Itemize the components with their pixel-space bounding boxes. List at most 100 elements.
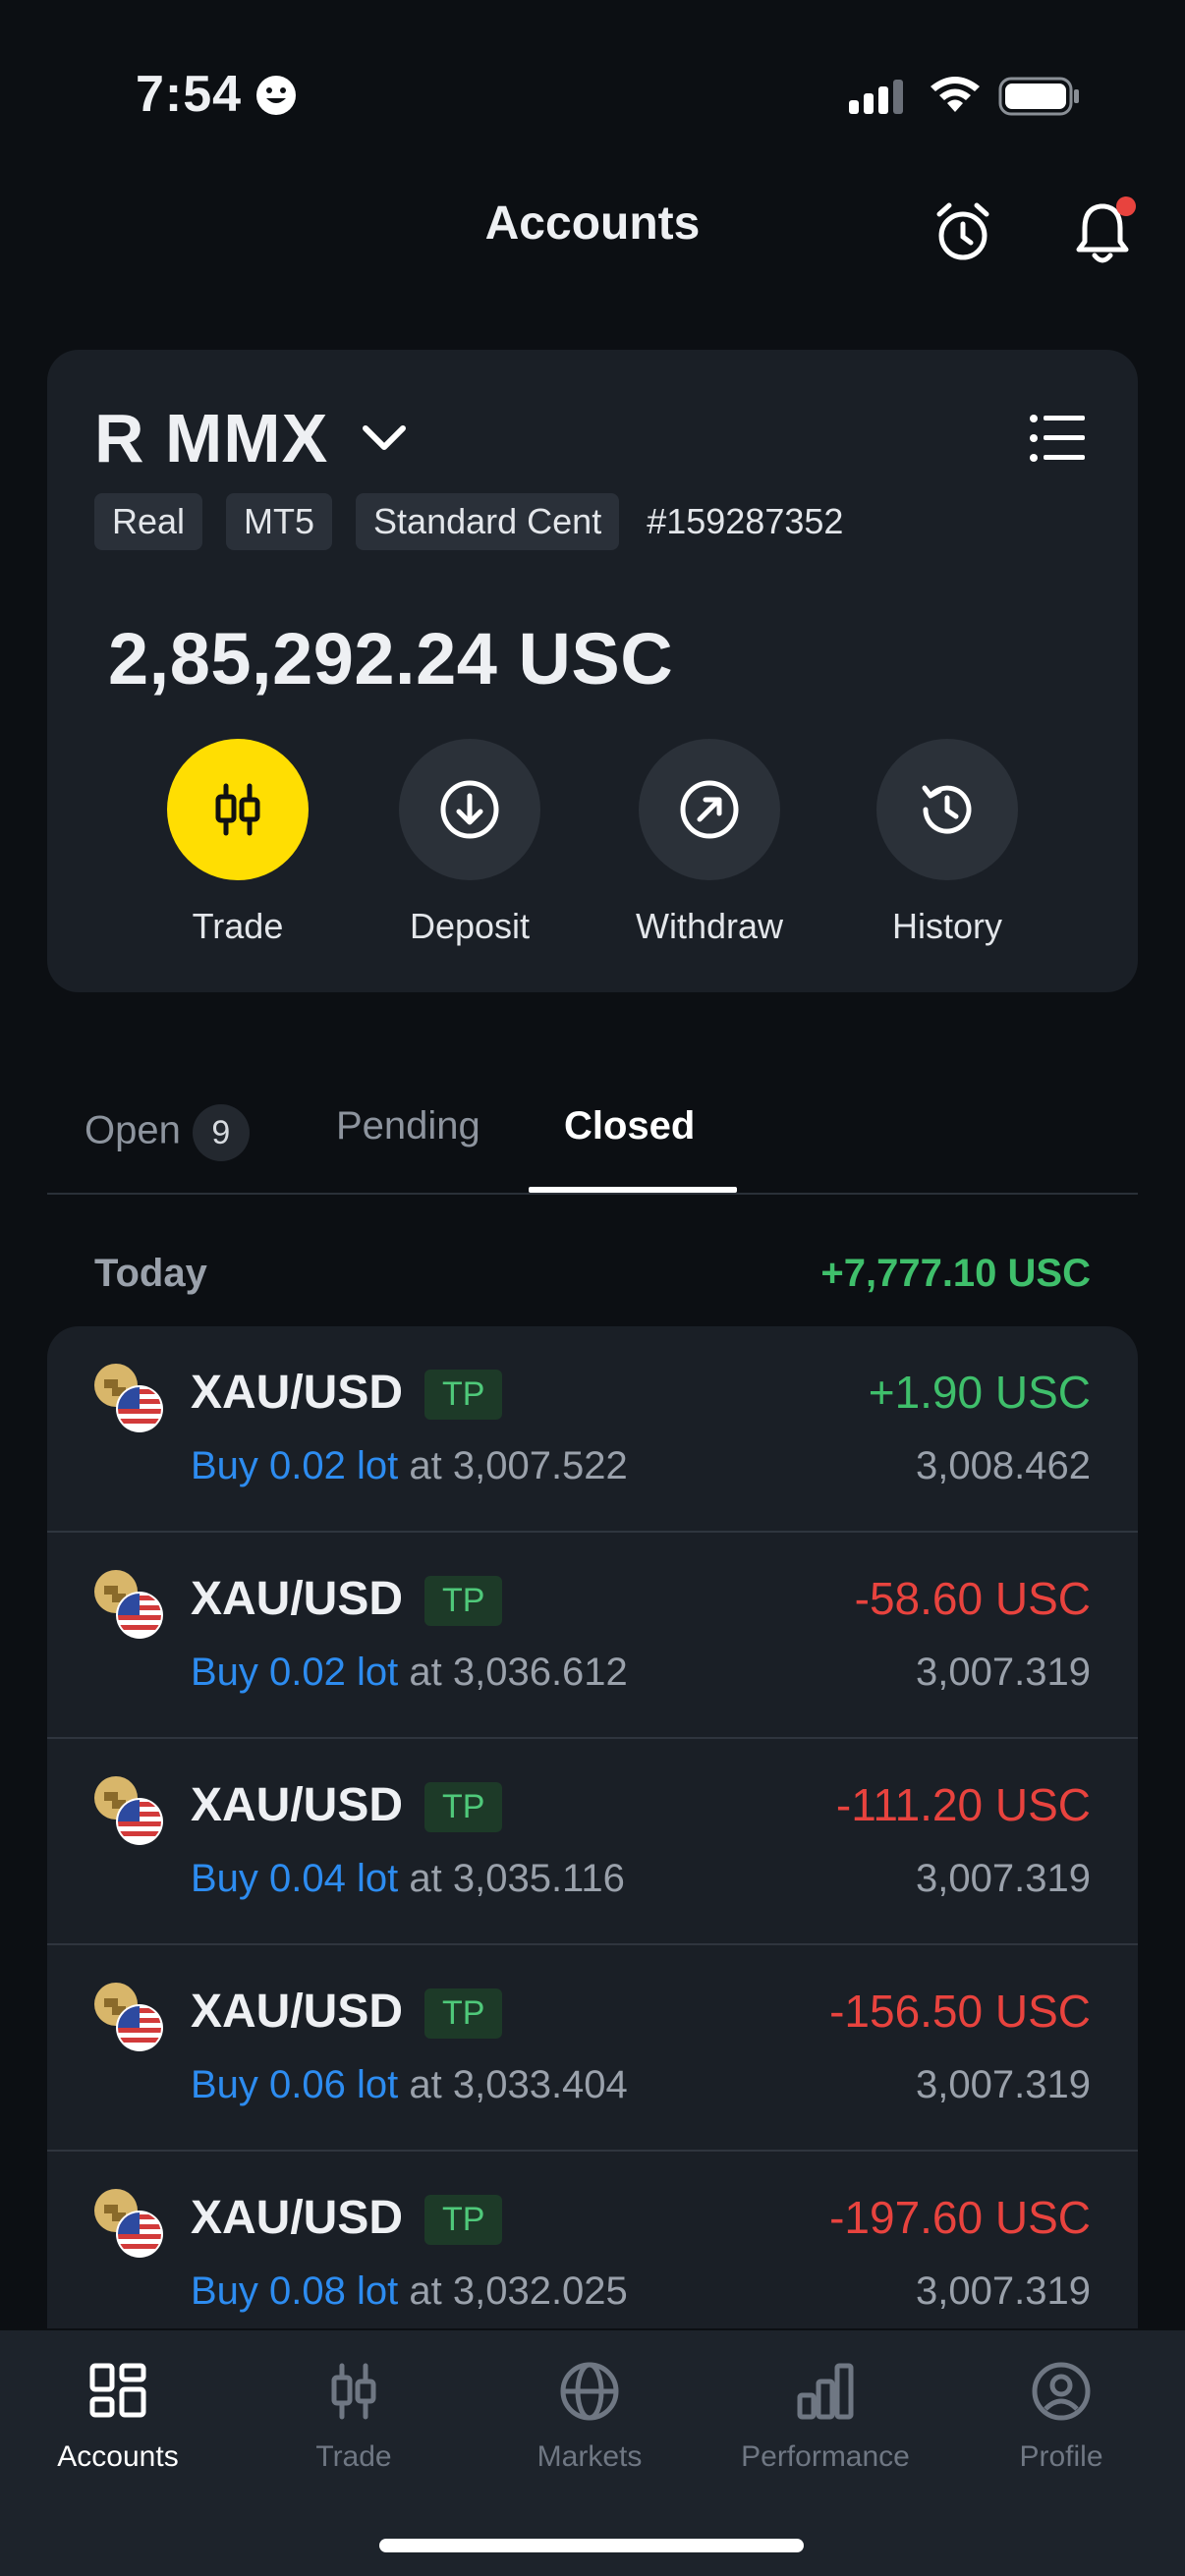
candlestick-icon (331, 2363, 376, 2420)
smiley-icon (256, 76, 296, 115)
deposit-button-circle[interactable] (399, 739, 540, 880)
trade-side-volume: Buy 0.02 lot (191, 1444, 399, 1487)
open-count-badge: 9 (192, 1104, 250, 1161)
trade-row[interactable]: XAU/USD TP -197.60 USC Buy 0.08 lot at 3… (47, 2152, 1138, 2328)
nav-accounts[interactable]: Accounts (0, 2360, 236, 2474)
trade-open-price: at 3,035.116 (409, 1857, 625, 1900)
nav-trade-label: Trade (315, 2440, 392, 2473)
trade-close-price: 3,007.319 (916, 1651, 1091, 1694)
tab-open-label: Open (85, 1108, 181, 1152)
history-button-circle[interactable] (876, 739, 1018, 880)
chevron-down-icon[interactable] (360, 419, 409, 458)
trade-open-price: at 3,032.025 (409, 2269, 628, 2313)
trade-detail: Buy 0.08 lot at 3,032.025 (191, 2269, 628, 2314)
trade-open-price: at 3,007.522 (409, 1444, 628, 1487)
gold-usd-flag-icon (94, 2189, 163, 2258)
trade-button-circle[interactable] (167, 739, 309, 880)
trade-side-volume: Buy 0.08 lot (191, 2269, 399, 2313)
trade-symbol: XAU/USD (191, 2192, 404, 2244)
tab-open[interactable]: Open 9 (85, 1104, 250, 1161)
account-number: #159287352 (647, 501, 844, 541)
account-tags: Real MT5 Standard Cent #159287352 (94, 493, 843, 550)
nav-performance[interactable]: Performance (707, 2360, 943, 2474)
nav-markets-label: Markets (536, 2440, 643, 2473)
tag-account-class: Standard Cent (356, 493, 620, 550)
account-balance: 2,85,292.24 USC (108, 618, 674, 700)
trade-button[interactable]: Trade (120, 739, 356, 947)
trade-side-volume: Buy 0.06 lot (191, 2063, 399, 2106)
trade-label: Trade (192, 906, 284, 946)
account-card: R MMX Real MT5 Standard Cent #159287352 … (47, 350, 1138, 992)
nav-performance-label: Performance (741, 2440, 910, 2473)
group-date-label: Today (94, 1252, 207, 1295)
trade-open-price: at 3,036.612 (409, 1651, 628, 1694)
battery-icon (998, 77, 1079, 116)
page-title: Accounts (484, 197, 701, 250)
history-button[interactable]: History (829, 739, 1065, 947)
trade-row[interactable]: XAU/USD TP -58.60 USC Buy 0.02 lot at 3,… (47, 1533, 1138, 1739)
nav-profile[interactable]: Profile (943, 2360, 1179, 2474)
grid-icon (89, 2363, 146, 2418)
wifi-icon (931, 77, 980, 112)
trade-side-volume: Buy 0.02 lot (191, 1651, 399, 1694)
globe-icon (560, 2362, 619, 2421)
user-icon (1032, 2362, 1091, 2421)
withdraw-label: Withdraw (635, 906, 784, 946)
tab-closed[interactable]: Closed (564, 1104, 695, 1148)
trade-pnl: -156.50 USC (829, 1986, 1091, 2037)
alarm-clock-icon[interactable] (931, 200, 994, 263)
home-indicator (379, 2539, 804, 2552)
withdraw-button[interactable]: Withdraw (592, 739, 827, 947)
trade-detail: Buy 0.06 lot at 3,033.404 (191, 2063, 628, 2107)
gold-usd-flag-icon (94, 1983, 163, 2051)
trade-close-price: 3,008.462 (916, 1444, 1091, 1487)
trade-open-price: at 3,033.404 (409, 2063, 628, 2106)
tab-pending-label: Pending (336, 1104, 480, 1148)
trade-side-volume: Buy 0.04 lot (191, 1857, 399, 1900)
gold-usd-flag-icon (94, 1364, 163, 1432)
take-profit-badge: TP (424, 1576, 503, 1626)
trade-row[interactable]: XAU/USD TP -156.50 USC Buy 0.06 lot at 3… (47, 1945, 1138, 2152)
bar-chart-icon (797, 2363, 854, 2420)
tag-platform: MT5 (226, 493, 333, 550)
nav-markets[interactable]: Markets (472, 2360, 707, 2474)
tab-closed-label: Closed (564, 1104, 696, 1148)
deposit-label: Deposit (409, 906, 531, 946)
positions-tabs: Open 9 Pending Closed (47, 1081, 1138, 1195)
trade-row[interactable]: XAU/USD TP +1.90 USC Buy 0.02 lot at 3,0… (47, 1326, 1138, 1533)
status-time: 7:54 (136, 66, 243, 123)
gold-usd-flag-icon (94, 1776, 163, 1845)
status-bar: 7:54 (0, 0, 1185, 196)
trade-close-price: 3,007.319 (916, 2063, 1091, 2106)
trade-symbol: XAU/USD (191, 1986, 404, 2038)
download-icon (440, 780, 499, 839)
trade-symbol: XAU/USD (191, 1367, 404, 1419)
history-icon (922, 785, 972, 834)
arrow-up-right-icon (680, 780, 739, 839)
trade-pnl: -111.20 USC (835, 1779, 1091, 1830)
cellular-signal-icon (849, 80, 903, 114)
gold-usd-flag-icon (94, 1570, 163, 1639)
group-total-pnl: +7,777.10 USC (820, 1252, 1091, 1295)
tag-account-type: Real (94, 493, 203, 550)
nav-accounts-label: Accounts (57, 2440, 179, 2473)
take-profit-badge: TP (424, 1988, 503, 2039)
deposit-button[interactable]: Deposit (352, 739, 588, 947)
nav-trade[interactable]: Trade (236, 2360, 472, 2474)
trade-detail: Buy 0.04 lot at 3,035.116 (191, 1857, 625, 1901)
list-menu-icon[interactable] (1028, 413, 1087, 464)
take-profit-badge: TP (424, 1782, 503, 1832)
trade-detail: Buy 0.02 lot at 3,036.612 (191, 1651, 628, 1695)
account-name[interactable]: R MMX (94, 399, 328, 477)
trade-close-price: 3,007.319 (916, 1857, 1091, 1900)
take-profit-badge: TP (424, 2195, 503, 2245)
closed-trades-list: XAU/USD TP +1.90 USC Buy 0.02 lot at 3,0… (47, 1326, 1138, 2328)
trade-pnl: -197.60 USC (829, 2192, 1091, 2243)
tab-pending[interactable]: Pending (336, 1104, 480, 1148)
trade-pnl: +1.90 USC (868, 1367, 1091, 1418)
trade-row[interactable]: XAU/USD TP -111.20 USC Buy 0.04 lot at 3… (47, 1739, 1138, 1945)
notification-bell-icon[interactable] (1071, 196, 1138, 267)
take-profit-badge: TP (424, 1370, 503, 1420)
withdraw-button-circle[interactable] (639, 739, 780, 880)
trade-pnl: -58.60 USC (854, 1573, 1091, 1624)
